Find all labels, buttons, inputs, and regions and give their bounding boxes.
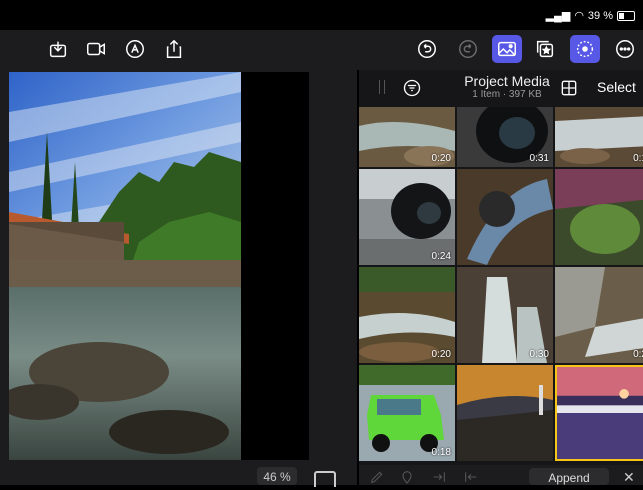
media-tile[interactable]: 0:24	[359, 169, 455, 265]
pencil-icon[interactable]	[369, 469, 385, 485]
media-tile[interactable]: 0:20	[359, 107, 455, 167]
media-browser: Project Media 1 Item · 397 KB Select 0:2…	[359, 70, 643, 485]
media-tile[interactable]: 0:1	[555, 107, 643, 167]
append-button[interactable]: Append	[529, 468, 609, 485]
media-tile[interactable]	[457, 169, 553, 265]
record-icon[interactable]	[570, 35, 600, 63]
preview-image[interactable]	[9, 72, 241, 460]
drag-handle-icon[interactable]	[379, 80, 385, 94]
media-grid: 0:20 0:31 0:1 0:24 0:20 0:3	[359, 107, 643, 465]
favorites-icon[interactable]	[531, 35, 559, 63]
tile-duration: 0:20	[431, 349, 451, 360]
auto-icon[interactable]	[121, 35, 149, 63]
media-header: Project Media 1 Item · 397 KB Select	[359, 70, 643, 106]
media-tile[interactable]: 0:18	[359, 365, 455, 461]
insert-icon[interactable]	[431, 469, 447, 485]
tile-duration: 0:2	[633, 349, 643, 360]
media-subtitle: 1 Item · 397 KB	[472, 89, 542, 100]
zoom-level[interactable]: 46 %	[257, 467, 297, 485]
preview-letterbox	[241, 72, 309, 460]
media-tile[interactable]	[555, 169, 643, 265]
tile-duration: 0:1	[633, 153, 643, 164]
media-tile[interactable]: 0:20	[359, 267, 455, 363]
battery-icon	[617, 10, 635, 21]
wifi-icon: ◠	[574, 10, 584, 22]
media-title: Project Media	[464, 73, 550, 89]
media-tile-selected[interactable]	[555, 365, 643, 461]
location-icon[interactable]	[399, 469, 415, 485]
grid-view-icon[interactable]	[559, 78, 579, 98]
signal-icon: ▂▄▆	[545, 10, 571, 22]
preview-viewer	[0, 70, 357, 465]
zoom-unit: %	[280, 470, 291, 484]
media-bottom-bar: Append ✕	[359, 465, 643, 485]
tile-duration: 0:31	[529, 153, 549, 164]
media-tile[interactable]: 0:31	[457, 107, 553, 167]
tile-duration: 0:24	[431, 251, 451, 262]
import-icon[interactable]	[44, 35, 72, 63]
tile-duration: 0:30	[529, 349, 549, 360]
media-tile[interactable]: 0:30	[457, 267, 553, 363]
top-toolbar	[0, 30, 643, 70]
redo-icon[interactable]	[454, 35, 482, 63]
undo-icon[interactable]	[413, 35, 441, 63]
zoom-value: 46	[263, 470, 277, 484]
more-icon[interactable]	[611, 35, 639, 63]
share-icon[interactable]	[160, 35, 188, 63]
status-indicators: ▂▄▆ ◠ 39 %	[546, 9, 635, 22]
tile-duration: 0:18	[431, 447, 451, 458]
select-button[interactable]: Select	[597, 79, 636, 95]
tile-duration: 0:20	[431, 153, 451, 164]
media-tile[interactable]	[457, 365, 553, 461]
overwrite-icon[interactable]	[463, 469, 479, 485]
close-icon[interactable]: ✕	[623, 469, 635, 486]
media-tile[interactable]: 0:2	[555, 267, 643, 363]
filter-icon[interactable]	[402, 78, 422, 98]
video-icon[interactable]	[82, 35, 110, 63]
viewer-bottom-bar: 46 %	[0, 465, 357, 487]
status-bar: ▂▄▆ ◠ 39 %	[0, 0, 643, 30]
battery-percent: 39 %	[587, 9, 613, 22]
photos-icon[interactable]	[492, 35, 522, 63]
